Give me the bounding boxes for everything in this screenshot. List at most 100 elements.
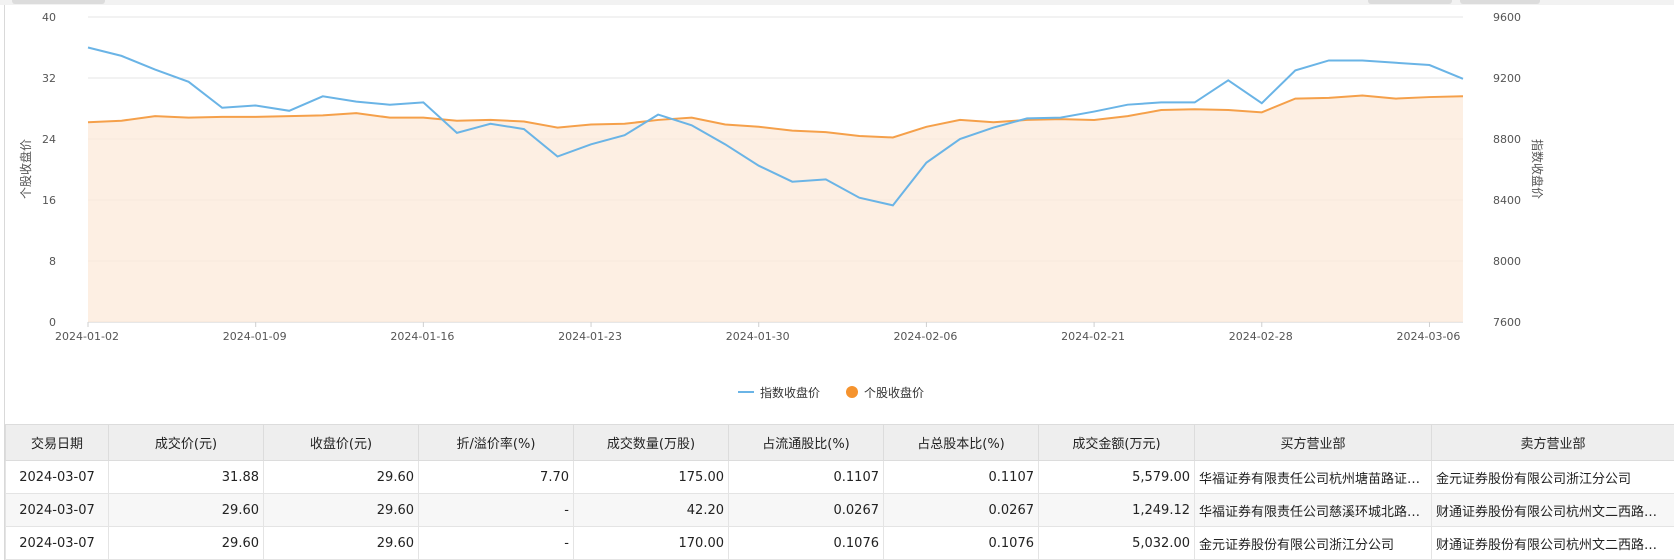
stock-close-point: [556, 126, 560, 130]
x-tick-label: 2024-01-30: [726, 330, 790, 343]
cell-seller: 金元证券股份有限公司浙江分公司: [1431, 460, 1674, 494]
stock-close-point: [522, 119, 526, 123]
index-close-point: [321, 94, 325, 98]
index-close-point: [1126, 103, 1130, 107]
cell-volume: 170.00: [573, 526, 729, 560]
cell-trade-date: 2024-03-07: [5, 526, 109, 560]
index-close-point: [1327, 58, 1331, 62]
index-close-point: [891, 203, 895, 207]
y-left-tick-label: 32: [42, 72, 56, 85]
index-close-point: [1260, 101, 1264, 105]
x-tick-label: 2024-02-21: [1061, 330, 1125, 343]
index-close-point: [556, 155, 560, 159]
index-close-point: [1159, 100, 1163, 104]
table-row: 2024-03-07 31.88 29.60 7.70 175.00 0.110…: [5, 460, 1674, 494]
y-right-tick-label: 8000: [1493, 255, 1521, 268]
index-close-point: [421, 100, 425, 104]
cell-close-price: 29.60: [263, 493, 419, 527]
x-tick-label: 2024-02-28: [1229, 330, 1293, 343]
stock-close-point: [1159, 108, 1163, 112]
y-left-tick-label: 0: [49, 316, 56, 329]
stock-close-point: [656, 118, 660, 122]
cell-total-ratio: 0.1076: [883, 526, 1039, 560]
stock-close-point: [790, 129, 794, 133]
index-close-point: [1193, 100, 1197, 104]
index-close-point: [86, 46, 90, 50]
col-header-volume[interactable]: 成交数量(万股): [573, 424, 729, 461]
col-header-float-ratio[interactable]: 占流通股比(%): [728, 424, 884, 461]
cell-trade-date: 2024-03-07: [5, 460, 109, 494]
stock-close-point: [254, 115, 258, 119]
cell-amount: 5,032.00: [1038, 526, 1195, 560]
price-line-chart: 0 7600 8 8000 16 8400 24 8800 32 9200 40 9600 个股收盘价 指…: [18, 11, 1545, 343]
index-close-point: [991, 126, 995, 130]
index-close-point: [656, 113, 660, 117]
index-close-point: [757, 164, 761, 168]
stock-close-point: [488, 118, 492, 122]
legend-dot-icon: [846, 386, 858, 398]
stock-close-point: [421, 116, 425, 120]
y-left-tick-label: 8: [49, 255, 56, 268]
stock-close-point: [824, 130, 828, 134]
cell-amount: 1,249.12: [1038, 493, 1195, 527]
index-close-point: [1394, 61, 1398, 65]
stock-close-point: [924, 125, 928, 129]
col-header-close-price[interactable]: 收盘价(元): [263, 424, 419, 461]
stock-close-point: [1427, 95, 1431, 99]
y-right-axis-title: 指数收盘价: [1530, 139, 1545, 199]
col-header-trade-date[interactable]: 交易日期: [5, 424, 109, 461]
stock-close-point: [86, 120, 90, 124]
col-header-premium-rate[interactable]: 折/溢价率(%): [418, 424, 574, 461]
col-header-buyer[interactable]: 买方营业部: [1194, 424, 1432, 461]
legend-item-stock-close[interactable]: 个股收盘价: [846, 382, 924, 402]
cell-volume: 42.20: [573, 493, 729, 527]
index-close-point: [589, 142, 593, 146]
index-close-point: [287, 109, 291, 113]
index-close-point: [354, 100, 358, 104]
cell-premium-rate: -: [418, 493, 574, 527]
stock-close-point: [187, 116, 191, 120]
stock-close-point: [1226, 108, 1230, 112]
stock-close-point: [1360, 94, 1364, 98]
stock-close-point: [623, 122, 627, 126]
index-close-point: [1461, 77, 1465, 81]
x-tick-label: 2024-01-02: [55, 330, 119, 343]
y-right-tick-label: 9200: [1493, 72, 1521, 85]
stock-close-point: [1059, 117, 1063, 121]
col-header-trade-price[interactable]: 成交价(元): [108, 424, 264, 461]
index-close-point: [623, 133, 627, 137]
y-left-tick-label: 24: [42, 133, 56, 146]
x-tick-label: 2024-03-06: [1396, 330, 1460, 343]
x-tick-label: 2024-01-16: [390, 330, 454, 343]
cell-float-ratio: 0.1107: [728, 460, 884, 494]
stock-close-point: [723, 123, 727, 127]
index-close-point: [1226, 78, 1230, 82]
y-left-tick-label: 16: [42, 194, 56, 207]
legend-item-index-close[interactable]: 指数收盘价: [738, 382, 820, 402]
stock-close-point: [1193, 107, 1197, 111]
stock-close-point: [589, 123, 593, 127]
cell-trade-date: 2024-03-07: [5, 493, 109, 527]
stock-close-point: [120, 119, 124, 123]
cell-seller: 财通证券股份有限公司杭州文二西路证券营业部: [1431, 526, 1674, 560]
cell-close-price: 29.60: [263, 526, 419, 560]
stock-close-point: [857, 134, 861, 138]
cell-trade-price: 29.60: [108, 526, 264, 560]
col-header-total-ratio[interactable]: 占总股本比(%): [883, 424, 1039, 461]
index-close-point: [1092, 110, 1096, 114]
index-close-point: [187, 80, 191, 84]
stock-close-point: [1260, 110, 1264, 114]
block-trade-table: 交易日期 成交价(元) 收盘价(元) 折/溢价率(%) 成交数量(万股) 占流通…: [5, 424, 1674, 560]
x-tick-label: 2024-02-06: [893, 330, 957, 343]
index-close-point: [388, 103, 392, 107]
index-close-point: [824, 177, 828, 181]
cell-float-ratio: 0.1076: [728, 526, 884, 560]
cell-premium-rate: 7.70: [418, 460, 574, 494]
stock-close-point: [153, 114, 157, 118]
col-header-amount[interactable]: 成交金额(万元): [1038, 424, 1195, 461]
col-header-seller[interactable]: 卖方营业部: [1431, 424, 1674, 461]
index-close-point: [857, 196, 861, 200]
x-tick-label: 2024-01-23: [558, 330, 622, 343]
stock-close-point: [891, 135, 895, 139]
y-right-tick-label: 7600: [1493, 316, 1521, 329]
